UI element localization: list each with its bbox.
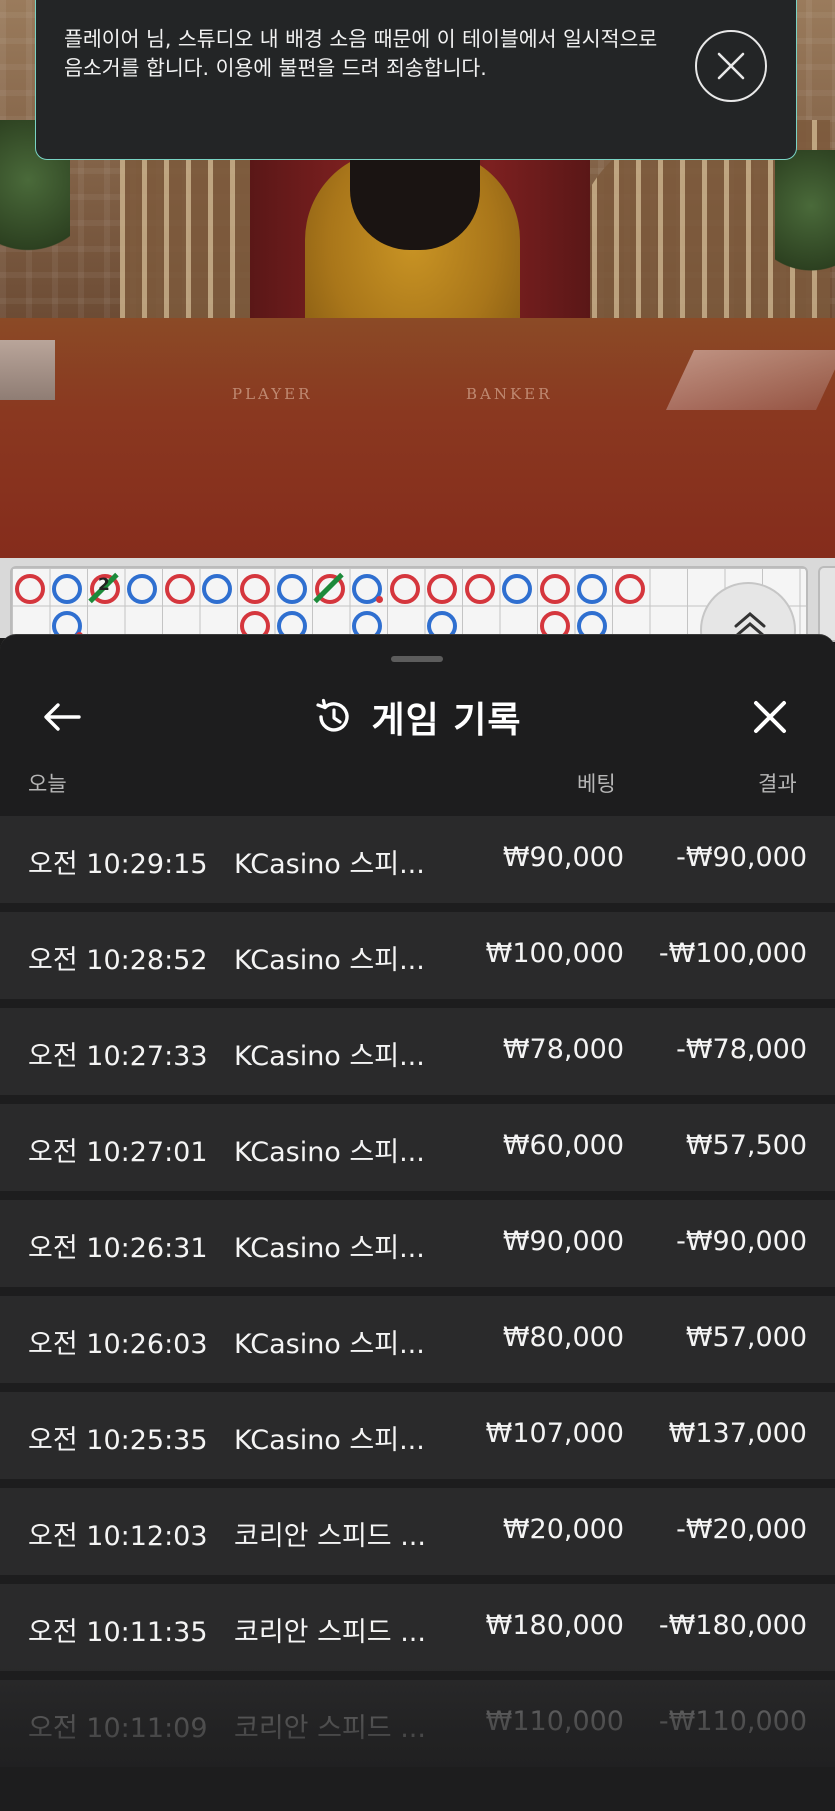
row-game: 코리안 스피드 ... bbox=[234, 1521, 426, 1552]
row-game: KCasino 스피... bbox=[234, 1233, 425, 1264]
bead-road-strip[interactable]: 2 bbox=[0, 558, 835, 678]
row-time: 오전 10:27:33 bbox=[28, 1041, 208, 1072]
row-game: KCasino 스피... bbox=[234, 849, 425, 880]
row-time: 오전 10:27:01 bbox=[28, 1137, 208, 1168]
row-time: 오전 10:25:35 bbox=[28, 1425, 208, 1456]
row-game: 코리안 스피드 ... bbox=[234, 1617, 426, 1648]
row-bet: ₩90,000 bbox=[502, 1226, 624, 1257]
result-header: 결과 bbox=[758, 772, 797, 796]
game-history-sheet: 게임 기록 오늘 베팅 결과 오전 10:29:15 KCasino 스피...… bbox=[0, 634, 835, 1811]
plant-right bbox=[775, 150, 835, 290]
road-bead-player bbox=[277, 574, 307, 604]
road-tie-count: 2 bbox=[98, 575, 110, 595]
row-bet: ₩20,000 bbox=[502, 1514, 624, 1545]
road-bead-banker bbox=[615, 574, 645, 604]
column-header: 오늘 베팅 결과 bbox=[0, 768, 835, 808]
close-icon bbox=[717, 52, 745, 80]
history-row[interactable]: 오전 10:28:52 KCasino 스피... ₩100,000 -₩100… bbox=[0, 912, 835, 999]
road-bead-player bbox=[577, 574, 607, 604]
row-game: KCasino 스피... bbox=[234, 1329, 425, 1360]
table-player-label: PLAYER bbox=[232, 385, 313, 403]
row-time: 오전 10:28:52 bbox=[28, 945, 208, 976]
row-time: 오전 10:29:15 bbox=[28, 849, 208, 880]
row-game: KCasino 스피... bbox=[234, 1425, 425, 1456]
bet-header: 베팅 bbox=[577, 772, 616, 796]
history-row[interactable]: 오전 10:27:01 KCasino 스피... ₩60,000 ₩57,50… bbox=[0, 1104, 835, 1191]
row-bet: ₩100,000 bbox=[485, 938, 624, 969]
row-game: KCasino 스피... bbox=[234, 1041, 425, 1072]
road-bead-banker bbox=[240, 574, 270, 604]
row-result: -₩78,000 bbox=[676, 1034, 807, 1065]
sheet-header: 게임 기록 bbox=[0, 675, 835, 755]
history-row[interactable]: 오전 10:26:03 KCasino 스피... ₩80,000 ₩57,00… bbox=[0, 1296, 835, 1383]
row-game: KCasino 스피... bbox=[234, 945, 425, 976]
back-button[interactable] bbox=[40, 695, 84, 739]
road-bead-banker bbox=[15, 574, 45, 604]
row-time: 오전 10:12:03 bbox=[28, 1521, 208, 1552]
road-pair-dot bbox=[376, 596, 383, 603]
table-banker-label: BANKER bbox=[466, 385, 553, 403]
row-result: -₩180,000 bbox=[658, 1610, 807, 1641]
road-next-panel bbox=[818, 566, 835, 642]
row-bet: ₩180,000 bbox=[485, 1610, 624, 1641]
mute-notice-banner: 플레이어 님, 스튜디오 내 배경 소음 때문에 이 테이블에서 일시적으로 음… bbox=[35, 0, 797, 160]
history-row[interactable]: 오전 10:26:31 KCasino 스피... ₩90,000 -₩90,0… bbox=[0, 1200, 835, 1287]
row-time: 오전 10:11:35 bbox=[28, 1617, 208, 1648]
card-shoe bbox=[666, 350, 835, 410]
row-bet: ₩80,000 bbox=[502, 1322, 624, 1353]
row-bet: ₩78,000 bbox=[502, 1034, 624, 1065]
row-bet: ₩60,000 bbox=[502, 1130, 624, 1161]
road-bead-player bbox=[52, 574, 82, 604]
card-box bbox=[0, 340, 55, 400]
road-bead-banker bbox=[540, 574, 570, 604]
road-bead-banker bbox=[165, 574, 195, 604]
road-bead-banker bbox=[465, 574, 495, 604]
row-result: -₩110,000 bbox=[658, 1706, 807, 1737]
history-row[interactable]: 오전 10:12:03 코리안 스피드 ... ₩20,000 -₩20,000 bbox=[0, 1488, 835, 1575]
notice-message: 플레이어 님, 스튜디오 내 배경 소음 때문에 이 테이블에서 일시적으로 음… bbox=[64, 27, 658, 80]
road-bead-player bbox=[202, 574, 232, 604]
row-result: -₩20,000 bbox=[676, 1514, 807, 1545]
road-bead-banker bbox=[390, 574, 420, 604]
close-sheet-button[interactable] bbox=[748, 695, 792, 739]
row-time: 오전 10:11:09 bbox=[28, 1713, 208, 1744]
row-bet: ₩110,000 bbox=[485, 1706, 624, 1737]
row-time: 오전 10:26:31 bbox=[28, 1233, 208, 1264]
row-time: 오전 10:26:03 bbox=[28, 1329, 208, 1360]
history-row[interactable]: 오전 10:29:15 KCasino 스피... ₩90,000 -₩90,0… bbox=[0, 816, 835, 903]
row-result: ₩137,000 bbox=[668, 1418, 807, 1449]
row-result: -₩90,000 bbox=[676, 1226, 807, 1257]
date-header: 오늘 bbox=[28, 772, 67, 796]
sheet-title: 게임 기록 bbox=[371, 700, 522, 741]
arrow-left-icon bbox=[44, 703, 81, 731]
row-result: -₩90,000 bbox=[676, 842, 807, 873]
close-notice-button[interactable] bbox=[695, 30, 767, 102]
sheet-title-group: 게임 기록 bbox=[0, 675, 835, 759]
row-game: 코리안 스피드 ... bbox=[234, 1713, 426, 1744]
road-bead-player bbox=[127, 574, 157, 604]
history-row[interactable]: 오전 10:11:35 코리안 스피드 ... ₩180,000 -₩180,0… bbox=[0, 1584, 835, 1671]
sheet-drag-handle[interactable] bbox=[391, 656, 443, 662]
road-bead-banker bbox=[427, 574, 457, 604]
row-result: -₩100,000 bbox=[658, 938, 807, 969]
history-row[interactable]: 오전 10:25:35 KCasino 스피... ₩107,000 ₩137,… bbox=[0, 1392, 835, 1479]
history-clock-icon bbox=[316, 698, 350, 732]
row-result: ₩57,500 bbox=[685, 1130, 807, 1161]
road-bead-player bbox=[502, 574, 532, 604]
row-game: KCasino 스피... bbox=[234, 1137, 425, 1168]
row-bet: ₩107,000 bbox=[485, 1418, 624, 1449]
close-icon bbox=[754, 701, 786, 733]
row-bet: ₩90,000 bbox=[502, 842, 624, 873]
history-row[interactable]: 오전 10:11:09 코리안 스피드 ... ₩110,000 -₩110,0… bbox=[0, 1680, 835, 1767]
history-row[interactable]: 오전 10:27:33 KCasino 스피... ₩78,000 -₩78,0… bbox=[0, 1008, 835, 1095]
row-result: ₩57,000 bbox=[685, 1322, 807, 1353]
